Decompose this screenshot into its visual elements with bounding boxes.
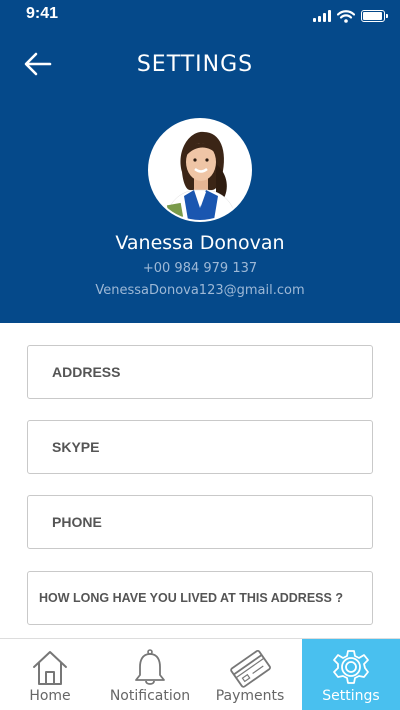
phone-field[interactable]: PHONE (27, 495, 373, 549)
gear-icon (333, 650, 369, 684)
skype-field[interactable]: SKYPE (27, 420, 373, 474)
bell-icon (135, 649, 165, 685)
tab-home-label: Home (29, 688, 71, 704)
profile-header: 9:41 SETTINGS Vanessa Donovan +00 984 97… (0, 0, 400, 323)
status-time: 9:41 (26, 5, 59, 22)
page-title: SETTINGS (136, 52, 254, 77)
tab-settings[interactable]: Settings (302, 639, 400, 710)
residence-duration-field-label: HOW LONG HAVE YOU LIVED AT THIS ADDRESS … (39, 591, 343, 605)
tab-payments-label: Payments (215, 688, 285, 704)
user-name: Vanessa Donovan (115, 232, 285, 254)
avatar (148, 118, 252, 222)
skype-field-label: SKYPE (52, 439, 100, 455)
address-field-label: ADDRESS (52, 364, 121, 380)
tab-notification[interactable]: Notification (100, 639, 200, 710)
user-email: VenessaDonova123@gmail.com (95, 283, 305, 298)
residence-duration-field[interactable]: HOW LONG HAVE YOU LIVED AT THIS ADDRESS … (27, 571, 373, 625)
cellular-signal-icon (313, 10, 331, 22)
tab-home[interactable]: Home (0, 639, 100, 710)
bottom-tab-bar: Home Notification Payments Settings (0, 638, 400, 710)
address-field[interactable]: ADDRESS (27, 345, 373, 399)
user-photo (150, 120, 250, 220)
tab-payments[interactable]: Payments (200, 639, 300, 710)
phone-field-label: PHONE (52, 514, 102, 530)
tab-settings-label: Settings (322, 688, 380, 704)
tab-notification-label: Notification (109, 688, 191, 704)
status-bar: 9:41 (0, 0, 400, 32)
status-icons (313, 8, 388, 24)
credit-card-icon (230, 649, 271, 688)
user-phone: +00 984 979 137 (142, 261, 258, 276)
wifi-icon (337, 9, 355, 23)
battery-icon (361, 10, 388, 22)
home-icon (33, 651, 67, 685)
